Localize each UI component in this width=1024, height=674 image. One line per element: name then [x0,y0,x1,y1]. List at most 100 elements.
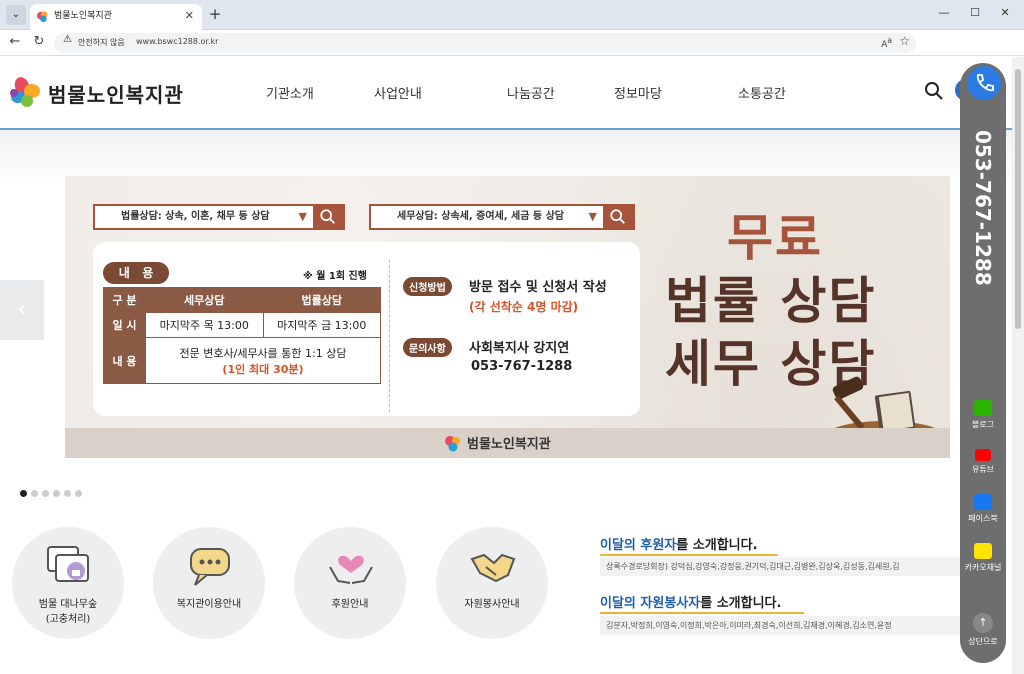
side-link-facebook[interactable]: 페이스북 [960,494,1006,524]
law-select-label: 법률상담: 상속, 이혼, 채무 등 상담 [121,211,270,222]
nav-programs[interactable]: 사업안내 [374,83,422,102]
inquiry-contact: 사회복지사 강지연 [469,341,570,356]
page-scrollbar[interactable] [1012,57,1024,674]
inquiry-phone: 053-767-1288 [471,359,573,374]
quick-link-volunteer[interactable]: 자원봉사안내 [436,527,548,639]
volunteers-title[interactable]: 이달의 자원봉사자를 소개합니다. [600,592,804,614]
quick-link-label: 후원안내 [331,599,369,610]
law-consult-select[interactable]: 법률상담: 상속, 이혼, 채무 등 상담 ▼ [93,204,345,230]
card-divider [389,260,390,412]
dropdown-triangle-icon: ▼ [298,210,307,223]
tax-consult-select[interactable]: 세무상담: 상속세, 증여세, 세금 등 상담 ▼ [369,204,635,230]
table-header-law: 법률상담 [262,287,381,313]
dropdown-triangle-icon: ▼ [588,210,597,223]
table-header-category: 구 분 [103,287,146,313]
quick-link-label: 자원봉사안내 [464,599,520,610]
law-search-button[interactable] [313,206,343,228]
inquiry-pill: 문의사항 [403,338,452,357]
side-phone-number: 053-767-1288 [971,130,995,286]
browser-tab[interactable]: 범물노인복지관 ✕ [30,4,202,30]
website-viewport: 범물노인복지관 기관소개 사업안내 나눔공간 정보마당 소통공간 ‹ 법률상담:… [0,57,1012,674]
donors-title-rest: 를 소개합니다. [676,538,758,553]
table-cell-content: 전문 변호사/세무사를 통한 1:1 상담 (1인 최대 30분) [145,337,381,384]
scroll-top-button[interactable]: ↑ 상단으로 [960,613,1006,647]
maximize-icon[interactable]: ☐ [965,6,985,19]
phone-icon [976,74,994,92]
headline-free: 무료 [727,209,823,267]
donors-names: 상록수경로당회장) 강덕심,강영숙,강정웅,권기덕,김대근,김병완,김상욱,김성… [600,557,960,576]
schedule-table: 구 분 세무상담 법률상담 일 시 마지막주 목 13:00 마지막주 금 13… [103,287,381,384]
nav-about[interactable]: 기관소개 [266,83,314,102]
banner-footer: 범물노인복지관 [65,428,950,458]
new-tab-button[interactable]: + [205,4,225,24]
tab-title: 범물노인복지관 [54,11,112,21]
side-link-blog[interactable]: 블로그 [960,400,1006,430]
close-window-icon[interactable]: ✕ [995,6,1015,19]
slide-prev-button[interactable]: ‹ [0,280,44,340]
blog-icon [974,400,992,416]
quick-link-donation[interactable]: 후원안내 [294,527,406,639]
read-aloud-icon[interactable]: Aa [881,36,892,50]
side-link-label: 유튜브 [971,465,995,474]
tax-select-label: 세무상담: 상속세, 증여세, 세금 등 상담 [397,211,565,222]
pager-dot[interactable] [31,490,38,497]
table-row-datetime-label: 일 시 [103,312,146,338]
monthly-note: ※ 월 1회 진행 [303,271,367,282]
logo-text: 범물노인복지관 [48,83,184,107]
tax-search-button[interactable] [603,206,633,228]
content-description: 전문 변호사/세무사를 통한 1:1 상담 [179,346,347,360]
quick-link-label: 범물 대나무숲 (고충처리) [38,599,98,625]
volunteers-names: 김분자,박정희,이영숙,이정희,박은아,이미라,최경숙,이선희,김재경,이혜경,… [600,616,960,635]
donors-title-underline [600,554,778,556]
volunteers-title-underline [600,612,804,614]
tab-actions-menu-button[interactable]: ⌄ [6,5,26,25]
pager-dot[interactable] [42,490,49,497]
content-pill: 내 용 [103,262,169,284]
quick-link-complaint[interactable]: 범물 대나무숲 (고충처리) [12,527,124,639]
pager-dot[interactable] [75,490,82,497]
apply-method-value: 방문 접수 및 신청서 작성 [469,280,607,295]
scrollbar-thumb[interactable] [1015,69,1021,329]
back-icon[interactable]: ← [6,33,24,51]
info-card: 내 용 ※ 월 1회 진행 구 분 세무상담 법률상담 일 시 마지막주 목 1… [93,242,640,416]
content-note: (1인 최대 30분) [222,362,304,376]
side-link-youtube[interactable]: 유튜브 [960,449,1006,475]
nav-info[interactable]: 정보마당 [614,83,662,102]
volunteers-title-highlight: 이달의 자원봉사자 [600,596,701,611]
security-label: 안전하지 않음 [78,38,125,47]
logo-mark-icon [10,77,40,107]
pager-dot[interactable] [53,490,60,497]
main-banner[interactable]: 법률상담: 상속, 이혼, 채무 등 상담 ▼ 세무상담: 상속세, 증여세, … [65,176,950,458]
side-link-label: 페이스북 [968,514,998,523]
site-favicon-icon [36,11,48,23]
address-bar[interactable]: ⚠ 안전하지 않음 www.bswc1288.or.kr Aa ☆ [54,33,916,53]
nav-community[interactable]: 소통공간 [738,83,786,102]
chat-lock-icon [47,546,89,582]
headline-law: 법률 상담 [665,272,877,330]
phone-call-button[interactable] [967,66,1001,100]
nav-sharing[interactable]: 나눔공간 [507,83,555,102]
search-icon[interactable] [924,81,944,101]
warning-icon: ⚠ [63,34,72,45]
close-tab-icon[interactable]: ✕ [185,4,194,28]
refresh-icon[interactable]: ↻ [30,33,48,51]
table-row-content-label: 내 용 [103,337,146,384]
minimize-icon[interactable]: — [934,6,954,19]
side-link-kakao[interactable]: 카카오채널 [960,543,1006,573]
slide-pager [20,482,86,501]
donors-title[interactable]: 이달의 후원자를 소개합니다. [600,534,778,556]
speech-bubble-icon [190,548,230,586]
address-toolbar: ← ↻ ⚠ 안전하지 않음 www.bswc1288.or.kr Aa ☆ ··… [0,30,1024,79]
kakao-channel-icon [974,543,992,559]
quick-link-usage-guide[interactable]: 복지관이용안내 [153,527,265,639]
banner-footer-logo-text: 범물노인복지관 [467,437,551,452]
pager-dot[interactable] [64,490,71,497]
pager-dot-active[interactable] [20,490,27,497]
handshake-icon [470,553,516,583]
side-link-label: 상단으로 [968,637,998,646]
facebook-icon [974,494,992,510]
quick-link-label: 복지관이용안내 [176,599,242,610]
heart-hands-icon [329,555,373,584]
favorite-star-icon[interactable]: ☆ [899,34,910,48]
table-cell-law-time: 마지막주 금 13:00 [262,312,381,338]
